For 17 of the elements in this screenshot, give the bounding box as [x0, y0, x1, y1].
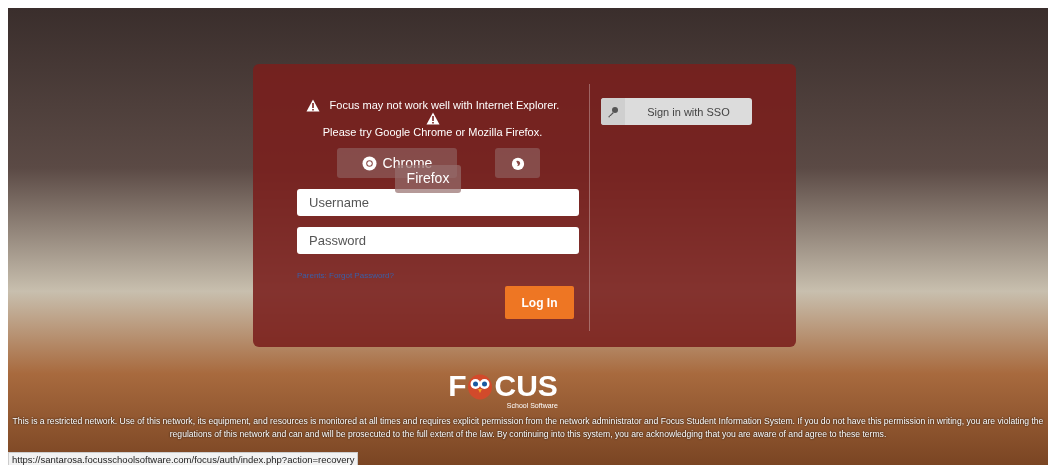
sso-button[interactable]: Sign in with SSO: [601, 98, 752, 125]
username-field[interactable]: Username: [297, 189, 579, 216]
login-button[interactable]: Log In: [505, 286, 574, 319]
password-field[interactable]: Password: [297, 227, 579, 254]
restricted-network-notice: This is a restricted network. Use of this network, its equipment, and resources is monitored at all times and requires explicit permission from the network administrator and Focus Student Information System. If you do not have this permission in writing, you are violating the regulations of this network and can and will be prosecuted to the full extent of the law. By continuing into this system, you are acknowledging that you are aware of and agree to these terms.: [12, 415, 1044, 441]
logo-text: F: [448, 371, 467, 401]
chrome-icon: [361, 155, 377, 171]
key-icon: [601, 98, 625, 125]
logo-text: CUS: [494, 371, 558, 401]
warning-icon: [425, 112, 440, 125]
warning-icon: [305, 98, 320, 112]
warning-text: Please try Google Chrome or Mozilla Firefox.: [322, 125, 543, 139]
status-url: https://santarosa.focusschoolsoftware.com/focus/auth/index.php?action=recovery: [8, 452, 359, 465]
owl-icon: [467, 372, 494, 400]
warning-text: Focus may not work well with Internet Explorer.: [329, 98, 560, 112]
firefox-icon: [510, 155, 525, 171]
firefox-button[interactable]: [495, 148, 540, 178]
